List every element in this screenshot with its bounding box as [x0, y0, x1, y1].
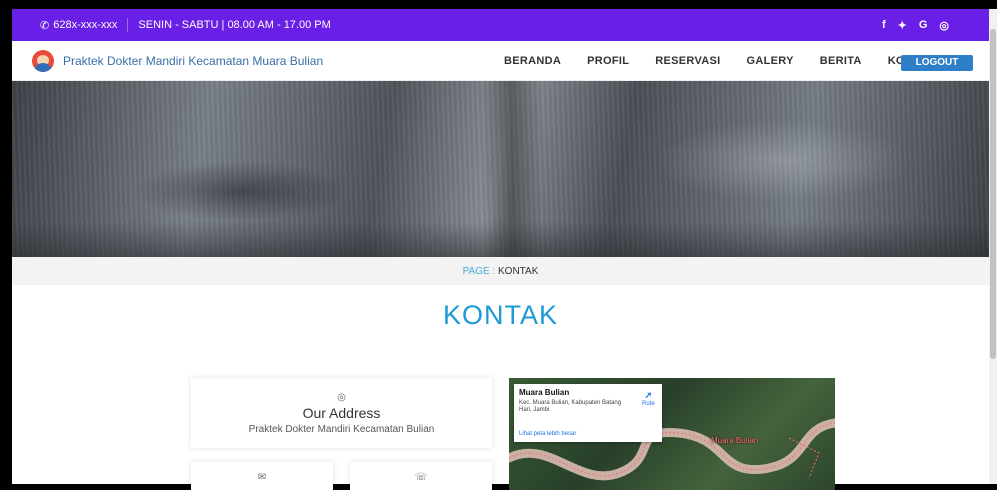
address-text: Praktek Dokter Mandiri Kecamatan Bulian: [248, 424, 435, 435]
map-place-name: Muara Bulian: [519, 388, 570, 397]
map-place-label: Muara Bulian: [711, 436, 759, 445]
map-route-label: Rute: [642, 401, 655, 407]
google-map[interactable]: Muara Bulian Kec. Muara Bulian, Kabupate…: [509, 378, 835, 490]
brand-name[interactable]: Praktek Dokter Mandiri Kecamatan Muara B…: [63, 54, 323, 68]
divider: [127, 18, 129, 32]
nav-item-reservasi[interactable]: RESERVASI: [655, 55, 720, 67]
doctor-logo-icon[interactable]: [32, 49, 54, 72]
phone-icon: ✆: [40, 19, 50, 32]
nav-item-galery[interactable]: GALERY: [747, 55, 794, 67]
phone-card: ☏: [350, 462, 492, 490]
address-title: Our Address: [302, 405, 381, 421]
logout-button[interactable]: LOGOUT: [901, 55, 973, 71]
breadcrumb-page-link[interactable]: PAGE: [463, 266, 490, 277]
address-card: ◎ Our Address Praktek Dokter Mandiri Kec…: [191, 378, 492, 448]
phone-info: ✆ 628x-xxx-xxx: [40, 19, 117, 32]
main-navbar: Praktek Dokter Mandiri Kecamatan Muara B…: [12, 41, 989, 81]
google-icon[interactable]: G: [919, 19, 928, 32]
email-card: ✉: [191, 462, 333, 490]
opening-hours: SENIN - SABTU | 08.00 AM - 17.00 PM: [138, 19, 331, 31]
hero-banner-image: [12, 81, 989, 257]
scrollbar-thumb[interactable]: [990, 29, 996, 359]
breadcrumb: PAGE : KONTAK: [12, 257, 989, 285]
breadcrumb-separator: :: [489, 265, 498, 277]
twitter-icon[interactable]: ✦: [898, 19, 907, 32]
phone-call-icon: ☏: [414, 472, 428, 483]
instagram-icon[interactable]: ◎: [939, 19, 949, 32]
phone-number: 628x-xxx-xxx: [53, 19, 118, 31]
nav-item-profil[interactable]: PROFIL: [587, 55, 629, 67]
map-bigger-link[interactable]: Lihat peta lebih besar: [519, 431, 576, 437]
social-links: f ✦ G ◎: [882, 19, 949, 32]
directions-icon: ➚: [644, 390, 653, 400]
envelope-icon: ✉: [257, 472, 267, 483]
map-route-button[interactable]: ➚ Rute: [642, 390, 655, 407]
page-scrollbar[interactable]: [989, 9, 997, 484]
map-info-window: Muara Bulian Kec. Muara Bulian, Kabupate…: [514, 384, 662, 442]
facebook-icon[interactable]: f: [882, 19, 886, 32]
breadcrumb-current: KONTAK: [498, 265, 539, 277]
nav-menu: BERANDA PROFIL RESERVASI GALERY BERITA K…: [504, 55, 962, 67]
top-bar: ✆ 628x-xxx-xxx SENIN - SABTU | 08.00 AM …: [12, 9, 989, 41]
nav-item-berita[interactable]: BERITA: [820, 55, 862, 67]
location-pin-icon: ◎: [337, 392, 346, 403]
page-title: KONTAK: [442, 300, 558, 330]
nav-item-beranda[interactable]: BERANDA: [504, 55, 561, 67]
map-place-address: Kec. Muara Bulian, Kabupaten Batang Hari…: [519, 400, 622, 413]
